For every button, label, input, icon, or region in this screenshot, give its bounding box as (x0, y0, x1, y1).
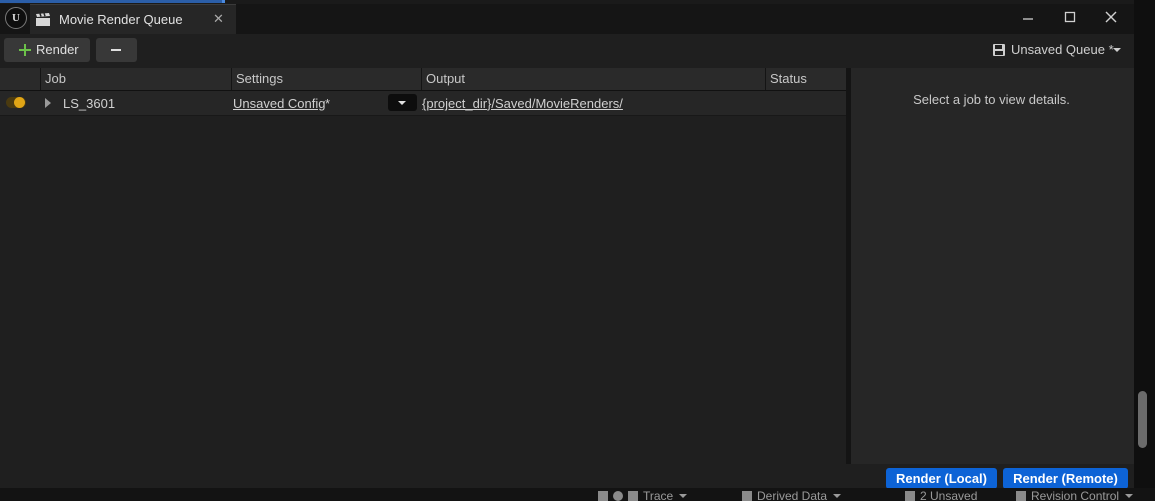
settings-preset-dropdown[interactable] (388, 94, 417, 111)
job-enabled-toggle[interactable] (6, 97, 26, 108)
save-icon (993, 44, 1005, 56)
close-icon (1105, 11, 1117, 23)
column-header-output[interactable]: Output (421, 68, 765, 90)
job-name: LS_3601 (63, 96, 116, 111)
job-details-panel: Select a job to view details. (851, 68, 1134, 464)
maximize-button[interactable] (1057, 7, 1083, 27)
close-window-button[interactable] (1098, 7, 1124, 27)
remove-job-button[interactable] (96, 38, 137, 62)
background-scrollbar[interactable] (1138, 391, 1147, 448)
status-item-unsaved[interactable]: 2 Unsaved (905, 489, 977, 501)
plus-icon (19, 44, 31, 56)
minimize-icon (1023, 18, 1033, 20)
status-derived-data-label: Derived Data (757, 489, 828, 501)
chart-icon (628, 491, 638, 501)
chevron-down-icon (1113, 48, 1121, 52)
status-trace-label: Trace (643, 489, 674, 501)
details-empty-message: Select a job to view details. (913, 92, 1070, 107)
profiler-icon (613, 491, 623, 501)
save-icon (905, 491, 915, 501)
clapperboard-icon (35, 12, 51, 30)
status-unsaved-label: 2 Unsaved (920, 489, 978, 501)
job-list-header: Job Settings Output Status (0, 68, 846, 91)
render-local-button[interactable]: Render (Local) (886, 468, 997, 489)
movie-render-queue-window: U Movie Render Queue ✕ Render Unsaved Qu… (0, 4, 1134, 492)
column-header-settings[interactable]: Settings (231, 68, 421, 90)
job-list: Job Settings Output Status LS_3601 Unsav… (0, 68, 846, 464)
status-item-revision-control[interactable]: Revision Control (1016, 489, 1134, 501)
revision-control-icon (1016, 491, 1026, 501)
settings-dirty-marker: * (325, 96, 331, 111)
editor-status-bar: Trace Derived Data 2 Unsaved Revision Co… (0, 488, 1155, 501)
chevron-down-icon (1125, 494, 1134, 498)
status-item-trace[interactable]: Trace (598, 489, 688, 501)
derived-data-icon (742, 491, 752, 501)
toolbar: Render Unsaved Queue * (0, 34, 1134, 68)
status-item-derived-data[interactable]: Derived Data (742, 489, 842, 501)
chevron-down-icon (679, 494, 688, 498)
column-header-status[interactable]: Status (765, 68, 846, 90)
tab-movie-render-queue[interactable]: Movie Render Queue ✕ (30, 4, 236, 34)
background-fragment (222, 0, 225, 3)
unreal-logo-icon: U (5, 7, 27, 29)
tab-title: Movie Render Queue (59, 12, 183, 27)
status-revision-control-label: Revision Control (1031, 489, 1120, 501)
output-path-link[interactable]: {project_dir}/Saved/MovieRenders/ (422, 96, 623, 111)
chevron-down-icon (833, 494, 842, 498)
expand-arrow-icon[interactable] (45, 98, 51, 108)
render-remote-button[interactable]: Render (Remote) (1003, 468, 1128, 489)
add-render-job-label: Render (36, 42, 79, 57)
add-render-job-button[interactable]: Render (4, 38, 90, 62)
title-bar[interactable]: U Movie Render Queue ✕ (0, 4, 1134, 34)
table-row[interactable]: LS_3601 Unsaved Config * {project_dir}/S… (0, 91, 846, 116)
settings-config-link[interactable]: Unsaved Config (233, 96, 326, 111)
queue-name: Unsaved Queue * (1011, 42, 1114, 57)
minus-icon (111, 49, 121, 51)
header-enabled[interactable] (0, 68, 40, 90)
background-fragment (0, 0, 222, 3)
tab-close-button[interactable]: ✕ (213, 11, 224, 27)
minimize-button[interactable] (1015, 7, 1041, 27)
toggle-knob (14, 97, 25, 108)
trace-icon (598, 491, 608, 501)
column-header-job[interactable]: Job (40, 68, 231, 90)
maximize-icon (1064, 11, 1076, 23)
